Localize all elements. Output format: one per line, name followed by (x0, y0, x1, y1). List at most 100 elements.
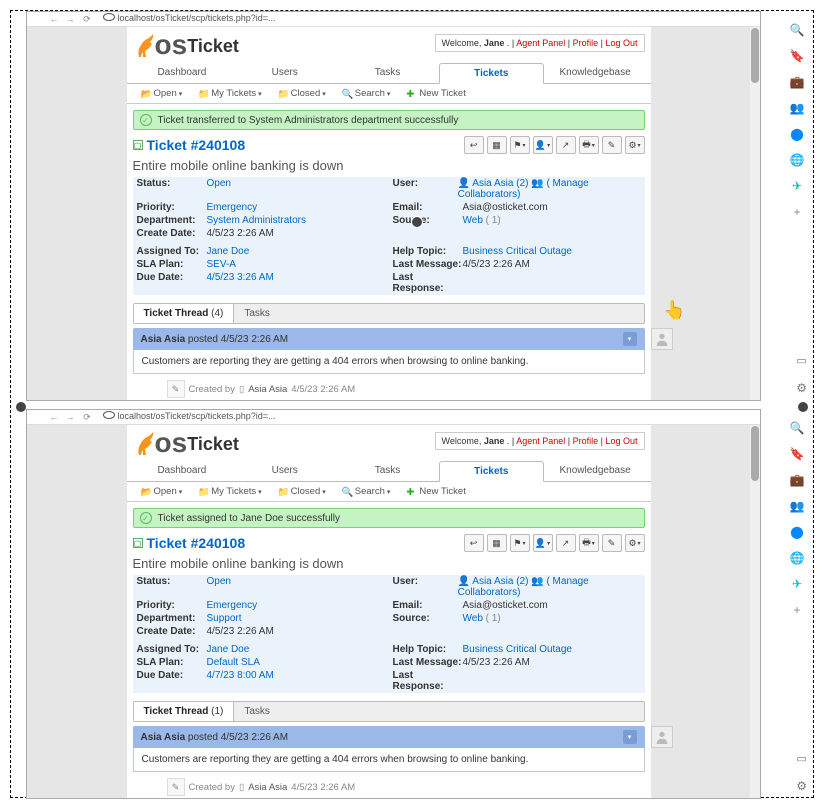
plus-icon[interactable]: + (790, 603, 804, 617)
tab-users[interactable]: Users (233, 461, 336, 481)
ticket-number: ▢Ticket #240108 (133, 137, 246, 153)
edit-button[interactable]: ✎ (602, 534, 622, 552)
briefcase-icon[interactable]: 💼 (790, 75, 804, 89)
gear-icon[interactable]: ⚙ (796, 779, 807, 793)
edit-button[interactable]: ✎ (602, 136, 622, 154)
tab-tickets[interactable]: Tickets (439, 461, 544, 482)
magnify-icon[interactable]: 🔍 (790, 23, 804, 37)
subtab-closed[interactable]: 📁Closed▾ (270, 86, 334, 101)
tab-tasks[interactable]: Tasks (336, 63, 439, 83)
main-tabs: Dashboard Users Tasks Tickets Knowledgeb… (127, 63, 651, 84)
subtab-search[interactable]: 🔍Search▾ (334, 484, 399, 499)
more-button[interactable]: ⚙▾ (625, 136, 645, 154)
subtab-my[interactable]: 📁My Tickets▾ (190, 484, 269, 499)
url-bar[interactable]: localhost/osTicket/scp/tickets.php?id=..… (27, 12, 760, 27)
back-icon[interactable]: ← (49, 14, 59, 24)
note-button[interactable]: ▦ (487, 136, 507, 154)
annotation-rail: 🔍 🔖 💼 👥 ⬤ 🌐 ✈ + (783, 23, 811, 219)
circle-icon[interactable]: ⬤ (790, 127, 804, 141)
panel-icon[interactable]: ▭ (796, 354, 806, 367)
created-by: ✎Created by ▯Asia Asia 4/5/23 2:26 AM (127, 374, 651, 398)
gear-icon[interactable]: ⚙ (796, 381, 807, 395)
person-icon: 👤 (458, 576, 470, 587)
ticket-number: ▢Ticket #240108 (133, 535, 246, 551)
print-button[interactable]: 🖶▾ (579, 534, 599, 552)
profile-link[interactable]: Profile (573, 436, 599, 446)
transfer-button[interactable]: ↗ (556, 534, 576, 552)
sub-tabs: 📂Open▾ 📁My Tickets▾ 📁Closed▾ 🔍Search▾ ✚N… (127, 482, 651, 502)
panel-icon[interactable]: ▭ (796, 752, 806, 765)
back-icon[interactable]: ← (49, 412, 59, 422)
agent-panel-link[interactable]: Agent Panel (516, 436, 565, 446)
transfer-button[interactable]: ↗ (556, 136, 576, 154)
tab-tasks-sub[interactable]: Tasks (234, 304, 280, 323)
post-menu-button[interactable]: ▾ (623, 730, 637, 744)
plus-icon[interactable]: + (790, 205, 804, 219)
user-button[interactable]: 👤▾ (533, 534, 553, 552)
note-button[interactable]: ▦ (487, 534, 507, 552)
print-button[interactable]: 🖶▾ (579, 136, 599, 154)
magnify-icon[interactable]: 🔍 (790, 421, 804, 435)
agent-panel-link[interactable]: Agent Panel (516, 38, 565, 48)
subtab-my[interactable]: 📁My Tickets▾ (190, 86, 269, 101)
tab-dashboard[interactable]: Dashboard (131, 63, 234, 83)
edit-icon[interactable]: ✎ (167, 778, 185, 796)
tab-tasks[interactable]: Tasks (336, 461, 439, 481)
ticket-subject: Entire mobile online banking is down (127, 556, 651, 575)
logo[interactable]: osTicket (133, 429, 239, 457)
url-bar[interactable]: localhost/osTicket/scp/tickets.php?id=..… (27, 410, 760, 425)
forward-icon[interactable]: → (65, 14, 75, 24)
reload-icon[interactable]: ⟳ (82, 14, 92, 24)
logout-link[interactable]: Log Out (605, 436, 637, 446)
subtab-search[interactable]: 🔍Search▾ (334, 86, 399, 101)
tab-thread[interactable]: Ticket Thread (4) (134, 304, 235, 323)
profile-link[interactable]: Profile (573, 38, 599, 48)
people-icon[interactable]: 👥 (790, 101, 804, 115)
forward-icon[interactable]: → (65, 412, 75, 422)
subtab-closed[interactable]: 📁Closed▾ (270, 484, 334, 499)
people-icon[interactable]: 👥 (790, 499, 804, 513)
scrollbar[interactable] (750, 425, 760, 798)
subtab-open[interactable]: 📂Open▾ (133, 86, 191, 101)
send-icon[interactable]: ✈ (790, 577, 804, 591)
folder-icon: 📁 (198, 487, 208, 497)
status-button[interactable]: ⚑▾ (510, 534, 530, 552)
tab-tickets[interactable]: Tickets (439, 63, 544, 84)
tab-kb[interactable]: Knowledgebase (544, 461, 647, 481)
folder-closed-icon: 📁 (278, 487, 288, 497)
reply-button[interactable]: ↩ (464, 534, 484, 552)
flash-success: ✓Ticket transferred to System Administra… (133, 110, 645, 130)
post-menu-button[interactable]: ▾ (623, 332, 637, 346)
circle-icon[interactable]: ⬤ (790, 525, 804, 539)
logo[interactable]: osTicket (133, 31, 239, 59)
reload-icon[interactable]: ⟳ (82, 412, 92, 422)
tab-kb[interactable]: Knowledgebase (544, 63, 647, 83)
tab-users[interactable]: Users (233, 63, 336, 83)
subtab-new[interactable]: ✚New Ticket (398, 86, 473, 101)
globe-icon[interactable]: 🌐 (790, 551, 804, 565)
subtab-new[interactable]: ✚New Ticket (398, 484, 473, 499)
thread-tabs: Ticket Thread (1) Tasks (133, 701, 645, 722)
ticket-info: Status:OpenUser:👤 Asia Asia (2) 👥 ( Mana… (133, 575, 645, 693)
logout-link[interactable]: Log Out (605, 38, 637, 48)
tab-dashboard[interactable]: Dashboard (131, 461, 234, 481)
subtab-open[interactable]: 📂Open▾ (133, 484, 191, 499)
tab-thread[interactable]: Ticket Thread (1) (134, 702, 235, 721)
globe-icon[interactable]: 🌐 (790, 153, 804, 167)
edit-icon[interactable]: ✎ (167, 380, 185, 398)
kangaroo-icon (133, 31, 157, 59)
briefcase-icon[interactable]: 💼 (790, 473, 804, 487)
send-icon[interactable]: ✈ (790, 179, 804, 193)
tag-icon[interactable]: 🔖 (790, 447, 804, 461)
user-button[interactable]: 👤▾ (533, 136, 553, 154)
tab-tasks-sub[interactable]: Tasks (234, 702, 280, 721)
tag-icon[interactable]: 🔖 (790, 49, 804, 63)
reply-button[interactable]: ↩ (464, 136, 484, 154)
thread-post: Asia Asia posted 4/5/23 2:26 AM▾ Custome… (133, 328, 645, 374)
more-button[interactable]: ⚙▾ (625, 534, 645, 552)
scrollbar[interactable] (750, 27, 760, 400)
collab-icon: 👥 (531, 178, 543, 189)
new-icon: ✚ (406, 487, 416, 497)
status-button[interactable]: ⚑▾ (510, 136, 530, 154)
annotation-marker[interactable] (411, 216, 423, 228)
